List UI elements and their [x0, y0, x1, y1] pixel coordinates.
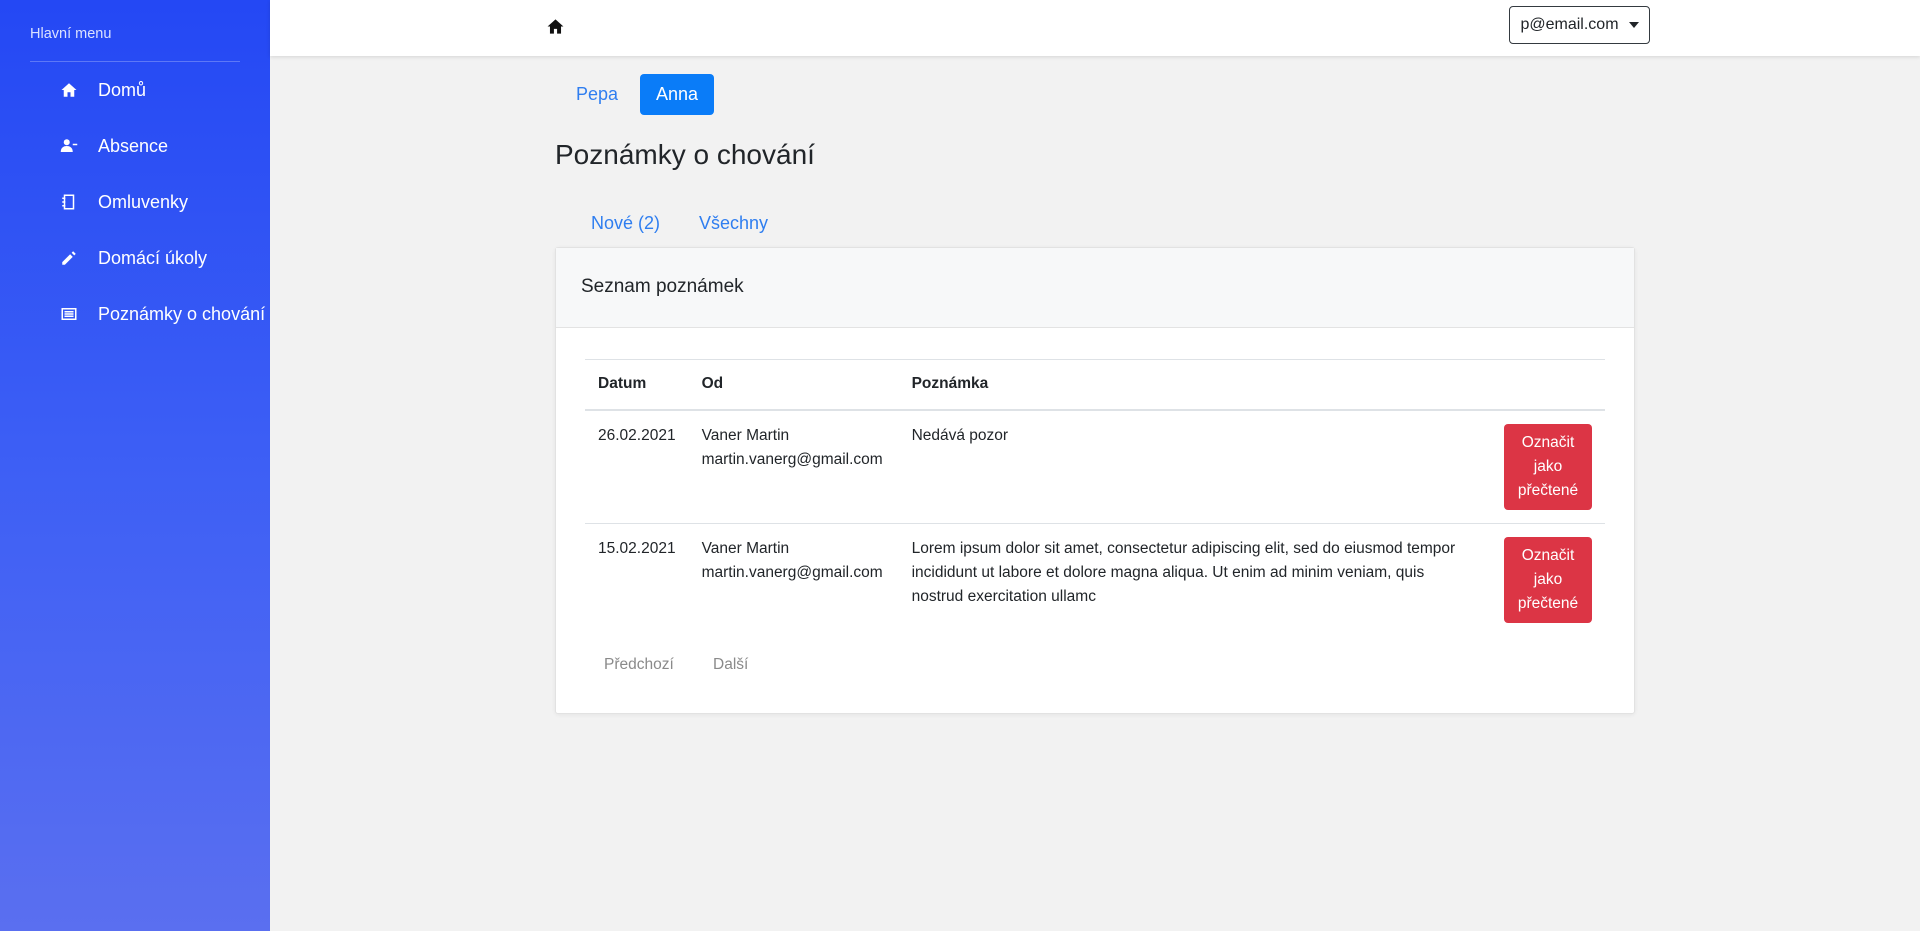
mark-as-read-button[interactable]: Označit jako přečtené — [1504, 536, 1592, 623]
cell-note: Nedává pozor — [898, 409, 1479, 524]
child-tab-pepa[interactable]: Pepa — [560, 74, 634, 115]
notes-table: Datum Od Poznámka 26.02.2021 Vaner Marti… — [585, 359, 1605, 636]
home-icon[interactable] — [544, 15, 566, 37]
table-header-row: Datum Od Poznámka — [585, 359, 1605, 411]
child-tab-label: Anna — [656, 84, 699, 104]
table-row: 26.02.2021 Vaner Martin martin.vanerg@gm… — [585, 409, 1605, 524]
sidebar-item-label: Poznámky o chování — [98, 303, 266, 324]
cell-date: 26.02.2021 — [585, 409, 689, 524]
sidebar-item-label: Domácí úkoly — [98, 247, 208, 268]
child-tab-label: Pepa — [576, 84, 619, 104]
cell-date: 15.02.2021 — [598, 539, 676, 557]
pagination-next[interactable]: Další — [713, 656, 748, 674]
sidebar-item-label: Absence — [98, 135, 169, 156]
child-tab-anna[interactable]: Anna — [640, 74, 715, 115]
pencil-icon — [58, 247, 80, 269]
sidebar-heading: Hlavní menu — [30, 26, 112, 42]
topbar: p@email.com — [270, 0, 1920, 56]
sidebar-item-behavior-notes[interactable]: Poznámky o chování — [58, 298, 265, 330]
column-header-from: Od — [688, 359, 899, 411]
sidebar-item-label: Domů — [98, 79, 147, 100]
pagination-prev[interactable]: Předchozí — [604, 656, 674, 674]
tab-new[interactable]: Nové (2) — [591, 213, 660, 234]
sidebar: Hlavní menu Domů Absence Omluvenky Domác… — [0, 0, 270, 931]
user-minus-icon — [58, 135, 80, 157]
sender-name: Vaner Martin — [701, 426, 790, 444]
column-header-date: Datum — [585, 359, 689, 411]
cell-from: Vaner Martin martin.vanerg@gmail.com — [688, 409, 899, 524]
sidebar-item-homework[interactable]: Domácí úkoly — [58, 242, 207, 274]
sidebar-item-home[interactable]: Domů — [58, 74, 146, 106]
sidebar-divider — [30, 61, 240, 62]
user-menu-dropdown[interactable]: p@email.com — [1509, 6, 1650, 44]
mark-as-read-button[interactable]: Označit jako přečtené — [1504, 423, 1592, 510]
sidebar-item-excuses[interactable]: Omluvenky — [58, 186, 188, 218]
column-header-action — [1478, 359, 1605, 411]
sender-email: martin.vanerg@gmail.com — [701, 563, 883, 581]
home-icon — [58, 79, 80, 101]
cell-action: Označit jako přečtené — [1478, 409, 1605, 524]
sidebar-item-absence[interactable]: Absence — [58, 130, 168, 162]
user-email: p@email.com — [1520, 16, 1619, 33]
page-title: Poznámky o chování — [555, 139, 815, 170]
cell-from: Vaner Martin martin.vanerg@gmail.com — [689, 523, 899, 636]
notes-card: Seznam poznámek Datum Od Poznámka 26.02.… — [555, 247, 1635, 714]
sender-email: martin.vanerg@gmail.com — [701, 450, 883, 468]
cell-action: Označit jako přečtené — [1479, 523, 1605, 636]
sender-name: Vaner Martin — [701, 539, 790, 557]
sidebar-item-label: Omluvenky — [98, 191, 189, 212]
tab-all[interactable]: Všechny — [699, 213, 768, 234]
card-title: Seznam poznámek — [581, 276, 744, 297]
notebook-icon — [58, 191, 80, 213]
cell-note: Lorem ipsum dolor sit amet, consectetur … — [911, 539, 1456, 605]
list-icon — [58, 303, 80, 325]
column-header-note: Poznámka — [898, 359, 1479, 411]
card-header: Seznam poznámek — [556, 248, 1634, 328]
chevron-down-icon — [1628, 22, 1639, 28]
table-row: 15.02.2021 Vaner Martin martin.vanerg@gm… — [585, 523, 1605, 636]
